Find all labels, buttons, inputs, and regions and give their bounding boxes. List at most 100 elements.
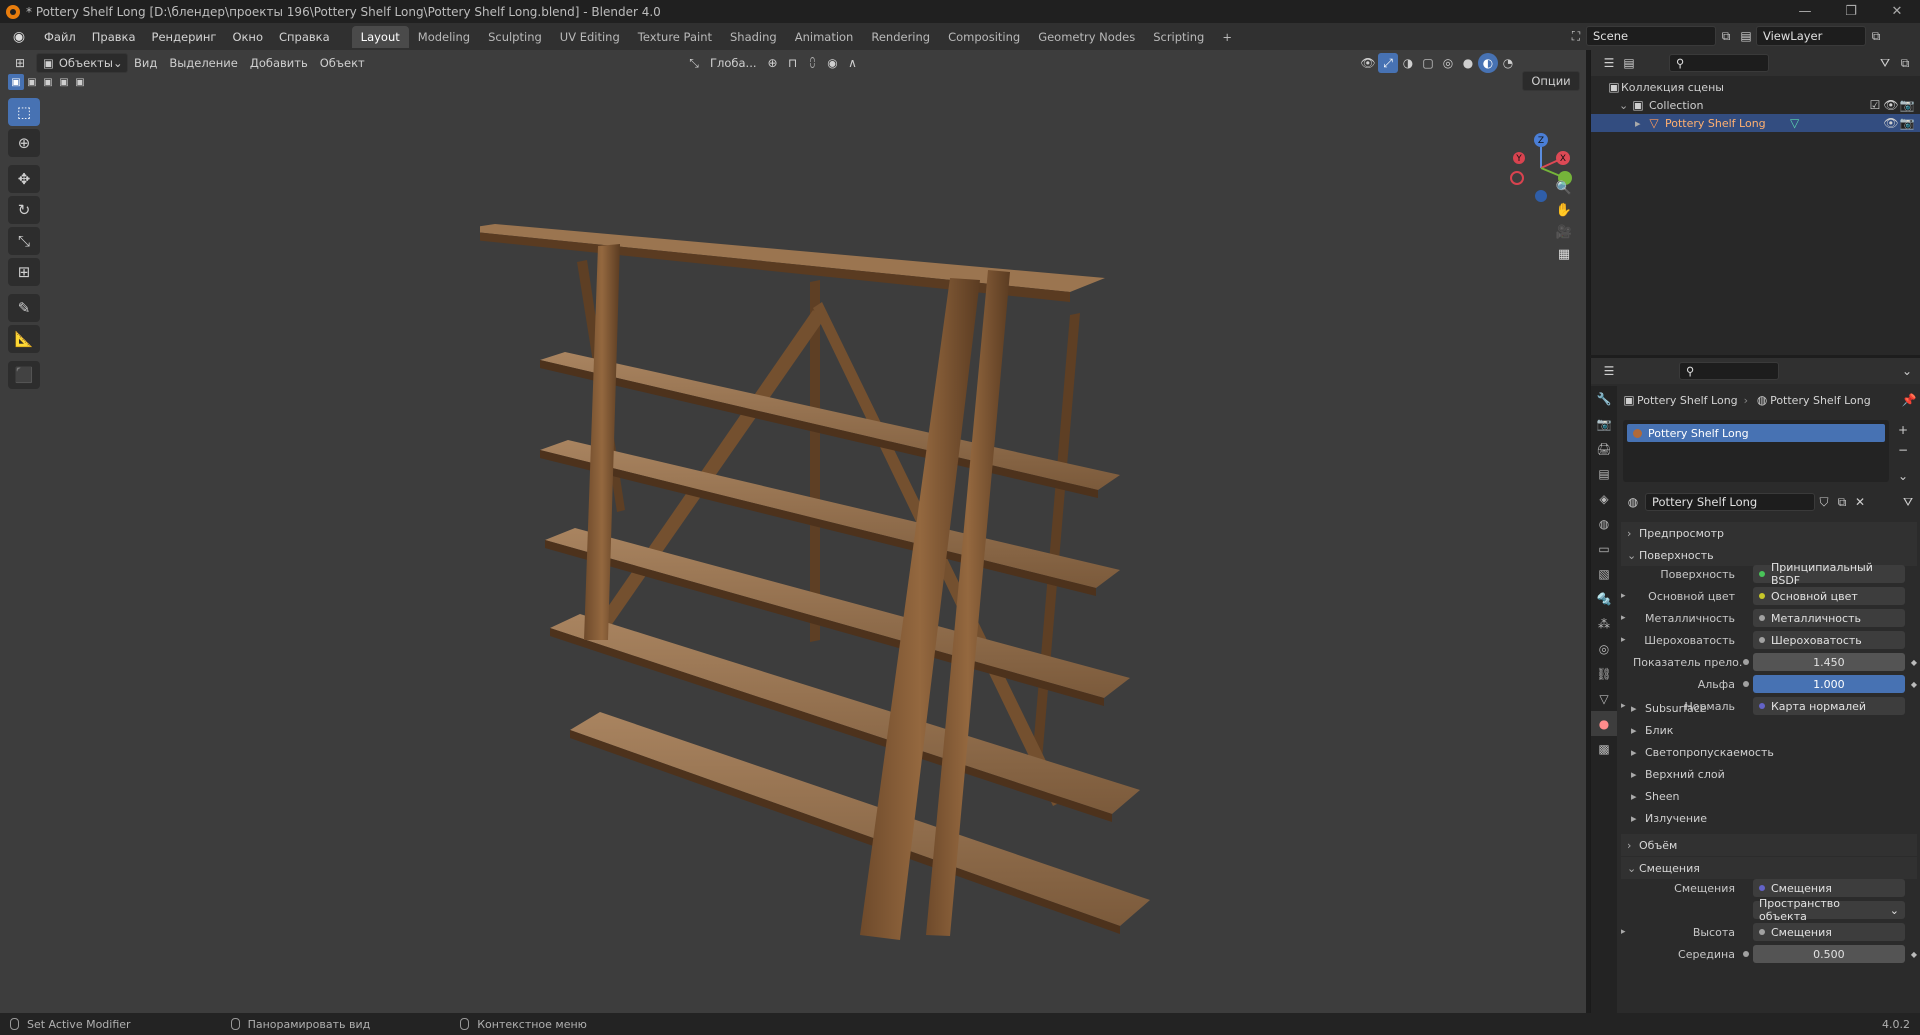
tab-geometry-nodes[interactable]: Geometry Nodes <box>1029 26 1144 48</box>
property-number-field[interactable]: 1.450 <box>1742 653 1905 671</box>
xray-icon[interactable]: ▢ <box>1418 53 1438 73</box>
eye-icon[interactable]: 👁 <box>1883 113 1899 133</box>
menu-help[interactable]: Справка <box>271 23 338 50</box>
filter-icon[interactable]: ⛛ <box>1899 492 1917 512</box>
fake-user-icon[interactable]: ⛉ <box>1815 492 1833 512</box>
eye-icon[interactable]: 👁 <box>1883 95 1899 115</box>
select-box-tool[interactable]: ⬚ <box>8 98 40 126</box>
add-workspace-button[interactable]: + <box>1213 26 1241 48</box>
orientation-selector[interactable]: Глоба... <box>704 53 763 73</box>
expand-icon[interactable]: ▸ <box>1621 927 1633 937</box>
minimize-button[interactable]: — <box>1782 0 1828 23</box>
annotate-tool[interactable]: ✎ <box>8 294 40 322</box>
ortho-grid-icon[interactable]: ▦ <box>1552 242 1576 266</box>
keyframe-icon[interactable]: ◆ <box>1911 950 1917 959</box>
subpanel-emission[interactable]: ▸ Излучение <box>1631 808 1707 828</box>
property-number-field[interactable]: 0.500 <box>1742 945 1905 963</box>
material-name-field[interactable]: Pottery Shelf Long <box>1645 493 1815 511</box>
property-socket-field[interactable]: Металличность <box>1753 609 1905 627</box>
subpanel-subsurface[interactable]: ▸ Subsurface <box>1631 698 1707 718</box>
chevron-down-icon[interactable]: ⌄ <box>1897 361 1917 381</box>
cursor-tool[interactable]: ⊕ <box>8 129 40 157</box>
tab-animation[interactable]: Animation <box>786 26 863 48</box>
outliner-scene-collection[interactable]: ▣ Коллекция сцены <box>1591 78 1920 96</box>
tool-tab-icon[interactable]: 🔧 <box>1591 386 1617 411</box>
material-slots-list[interactable]: Pottery Shelf Long <box>1623 420 1889 482</box>
expand-icon[interactable]: ▸ <box>1635 117 1647 130</box>
select-extend-icon[interactable]: ▣ <box>24 74 40 90</box>
menu-edit[interactable]: Правка <box>84 23 144 50</box>
panel-preview[interactable]: › Предпросмотр <box>1621 522 1917 544</box>
subpanel-transmission[interactable]: ▸ Светопропускаемость <box>1631 742 1774 762</box>
rotate-tool[interactable]: ↻ <box>8 196 40 224</box>
view-layer-selector[interactable]: ViewLayer <box>1756 26 1866 46</box>
rendered-shading-icon[interactable]: ◔ <box>1498 53 1518 73</box>
new-scene-icon[interactable]: ⧉ <box>1716 26 1736 46</box>
constraints-tab-icon[interactable]: ⛓ <box>1591 661 1617 686</box>
editor-type-icon[interactable]: ⊞ <box>10 53 30 73</box>
outliner-search-input[interactable]: ⚲ <box>1669 54 1769 72</box>
slot-specials-icon[interactable]: ⌄ <box>1893 466 1913 486</box>
pivot-point-icon[interactable]: ⊕ <box>763 53 783 73</box>
tab-compositing[interactable]: Compositing <box>939 26 1029 48</box>
view-layer-tab-icon[interactable]: ▤ <box>1591 461 1617 486</box>
render-camera-icon[interactable]: 📷 <box>1899 113 1915 133</box>
expand-icon[interactable]: ▸ <box>1621 635 1633 645</box>
pin-icon[interactable]: 📌 <box>1901 390 1917 410</box>
outliner-editor-icon[interactable]: ☰ <box>1599 53 1619 73</box>
subpanel-coat[interactable]: ▸ Верхний слой <box>1631 764 1725 784</box>
view-layer-icon[interactable]: ▤ <box>1736 26 1756 46</box>
property-socket-field[interactable]: Смещения <box>1753 923 1905 941</box>
tab-modeling[interactable]: Modeling <box>409 26 479 48</box>
expand-icon[interactable]: ▸ <box>1621 591 1633 601</box>
browse-material-icon[interactable]: ◍ <box>1621 492 1645 512</box>
add-slot-icon[interactable]: + <box>1893 420 1913 440</box>
scene-icon[interactable]: ⛶ <box>1566 26 1586 46</box>
property-socket-field[interactable]: Шероховатость <box>1753 631 1905 649</box>
select-subtract-icon[interactable]: ▣ <box>40 74 56 90</box>
close-button[interactable]: ✕ <box>1874 0 1920 23</box>
subpanel-sheen[interactable]: ▸ Sheen <box>1631 786 1679 806</box>
new-view-layer-icon[interactable]: ⧉ <box>1866 26 1886 46</box>
menu-render[interactable]: Рендеринг <box>144 23 225 50</box>
property-number-field[interactable]: 1.000 <box>1742 675 1905 693</box>
gizmo-toggle-icon[interactable]: ⤢ <box>1378 53 1398 73</box>
physics-tab-icon[interactable]: ◎ <box>1591 636 1617 661</box>
camera-view-icon[interactable]: 🎥 <box>1552 220 1576 244</box>
measure-tool[interactable]: 📐 <box>8 325 40 353</box>
collapse-icon[interactable]: ⌄ <box>1619 99 1631 112</box>
remove-slot-icon[interactable]: − <box>1893 440 1913 460</box>
material-tab-icon[interactable]: ● <box>1591 711 1617 736</box>
unlink-material-icon[interactable]: ✕ <box>1851 492 1869 512</box>
keyframe-icon[interactable]: ◆ <box>1911 680 1917 689</box>
display-mode-icon[interactable]: ▤ <box>1619 53 1639 73</box>
scale-tool[interactable]: ⤡ <box>8 227 40 255</box>
maximize-button[interactable]: ❐ <box>1828 0 1874 23</box>
select-new-icon[interactable]: ▣ <box>8 74 24 90</box>
zoom-icon[interactable]: 🔍 <box>1552 176 1576 200</box>
subpanel-specular[interactable]: ▸ Блик <box>1631 720 1673 740</box>
scene-tab-icon[interactable]: ◈ <box>1591 486 1617 511</box>
menu-select[interactable]: Выделение <box>163 53 244 73</box>
tab-layout[interactable]: Layout <box>351 25 409 48</box>
3d-viewport[interactable]: ⊞ ▣ Объекты ⌄ Вид Выделение Добавить Объек… <box>0 50 1586 1013</box>
add-cube-tool[interactable]: ⬛ <box>8 361 40 389</box>
select-intersect-icon[interactable]: ▣ <box>72 74 88 90</box>
mode-selector[interactable]: ▣ Объекты ⌄ <box>36 53 128 73</box>
tab-shading[interactable]: Shading <box>721 26 786 48</box>
property-socket-field[interactable]: Карта нормалей <box>1753 697 1905 715</box>
render-camera-icon[interactable]: 📷 <box>1899 95 1915 115</box>
outliner-object-row[interactable]: ▸ ▽ Pottery Shelf Long ▽ 👁 📷 <box>1591 114 1920 132</box>
pan-hand-icon[interactable]: ✋ <box>1552 198 1576 222</box>
snap-icon[interactable]: ⊓ <box>783 53 803 73</box>
property-socket-field[interactable]: Основной цвет <box>1753 587 1905 605</box>
property-dropdown[interactable]: Пространство объекта ⌄ <box>1753 897 1905 923</box>
tab-uv-editing[interactable]: UV Editing <box>551 26 629 48</box>
options-button[interactable]: Опции <box>1522 71 1580 91</box>
output-tab-icon[interactable]: 🖨 <box>1591 436 1617 461</box>
collection-tab-icon[interactable]: ▭ <box>1591 536 1617 561</box>
gizmo-z-negative[interactable] <box>1535 190 1547 202</box>
menu-object[interactable]: Объект <box>314 53 371 73</box>
world-tab-icon[interactable]: ◍ <box>1591 511 1617 536</box>
shelf-model[interactable] <box>480 200 1260 960</box>
